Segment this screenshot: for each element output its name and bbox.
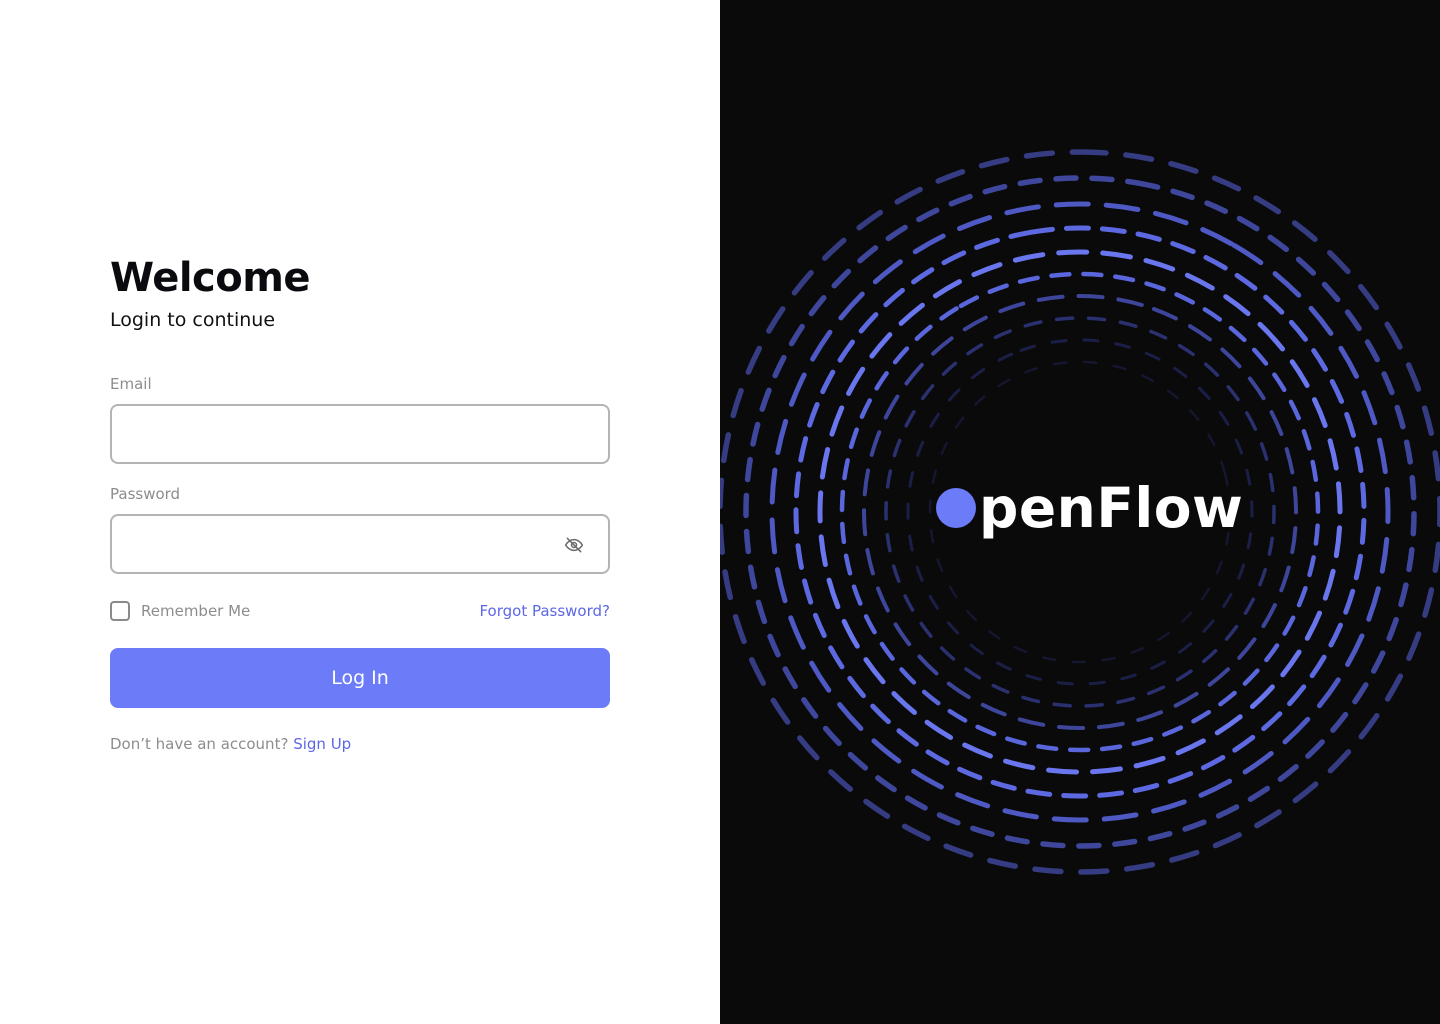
password-field[interactable] bbox=[112, 516, 608, 572]
login-panel: Welcome Login to continue Email Password… bbox=[0, 0, 720, 1024]
page-subtitle: Login to continue bbox=[110, 309, 276, 331]
signup-row: Don’t have an account? Sign Up bbox=[110, 734, 610, 754]
email-field[interactable] bbox=[112, 406, 608, 462]
logo-text: penFlow bbox=[979, 476, 1244, 540]
page-title: Welcome bbox=[110, 255, 311, 301]
signup-prompt: Don’t have an account? bbox=[110, 735, 289, 753]
remember-me-label: Remember Me bbox=[141, 602, 251, 620]
login-form: Welcome Login to continue Email Password… bbox=[110, 254, 610, 754]
login-button[interactable]: Log In bbox=[110, 648, 610, 708]
email-label: Email bbox=[110, 375, 152, 393]
circle-dot-icon bbox=[936, 488, 976, 528]
options-row: Remember Me Forgot Password? bbox=[110, 600, 610, 622]
password-label: Password bbox=[110, 485, 181, 503]
signup-link[interactable]: Sign Up bbox=[293, 735, 351, 753]
openflow-logo: penFlow bbox=[936, 470, 1243, 546]
eye-off-icon[interactable] bbox=[564, 535, 584, 555]
remember-me-checkbox[interactable] bbox=[110, 601, 130, 621]
brand-panel: penFlow bbox=[720, 0, 1440, 1024]
forgot-password-link[interactable]: Forgot Password? bbox=[479, 602, 610, 620]
password-field-container bbox=[110, 514, 610, 574]
email-field-container bbox=[110, 404, 610, 464]
remember-me-toggle[interactable]: Remember Me bbox=[110, 601, 250, 621]
